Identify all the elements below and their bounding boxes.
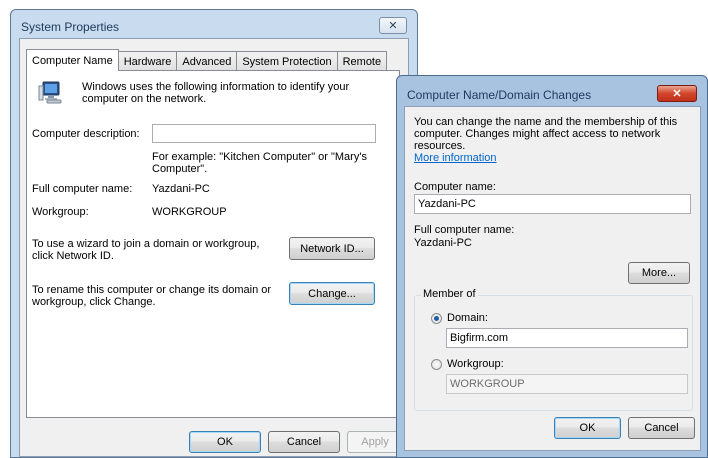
tab-label: System Protection — [242, 55, 332, 68]
full-computer-name-value: Yazdani-PC — [152, 183, 210, 195]
close-icon: ✕ — [388, 20, 398, 32]
tab-computer-name[interactable]: Computer Name — [26, 49, 119, 71]
workgroup-label: Workgroup: — [32, 206, 89, 218]
full-computer-name-label: Full computer name: — [414, 224, 515, 236]
window-title: Computer Name/Domain Changes — [407, 88, 592, 102]
dialog-client-area: Computer Name Hardware Advanced System P… — [19, 38, 409, 457]
workgroup-radio[interactable] — [431, 359, 442, 370]
computer-name-tab-pane: Windows uses the following information t… — [26, 70, 400, 418]
ok-button[interactable]: OK — [189, 431, 261, 453]
intro-text: You can change the name and the membersh… — [414, 116, 699, 164]
intro-description: You can change the name and the membersh… — [414, 116, 678, 152]
dialog-client-area: You can change the name and the membersh… — [404, 106, 701, 451]
domain-radio[interactable] — [431, 313, 442, 324]
close-button[interactable]: ✕ — [379, 17, 407, 34]
computer-name-input[interactable] — [414, 194, 691, 214]
more-button[interactable]: More... — [628, 262, 690, 284]
workgroup-value: WORKGROUP — [152, 206, 227, 218]
tab-hardware[interactable]: Hardware — [117, 51, 178, 71]
tab-system-protection[interactable]: System Protection — [236, 51, 338, 71]
computer-description-label: Computer description: — [32, 128, 140, 140]
workgroup-label: Workgroup: — [447, 358, 504, 370]
tab-strip: Computer Name Hardware Advanced System P… — [26, 49, 388, 71]
system-properties-window: System Properties ✕ Computer Name Hardwa… — [10, 9, 418, 458]
network-id-button[interactable]: Network ID... — [289, 237, 375, 260]
network-id-instructions: To use a wizard to join a domain or work… — [32, 238, 260, 262]
tab-label: Computer Name — [32, 54, 113, 67]
computer-icon — [38, 80, 62, 104]
workgroup-input — [446, 374, 688, 394]
full-computer-name-label: Full computer name: — [32, 183, 133, 195]
cancel-button[interactable]: Cancel — [628, 417, 695, 439]
example-text: For example: "Kitchen Computer" or "Mary… — [152, 151, 367, 175]
more-information-link[interactable]: More information — [414, 152, 497, 164]
computer-name-label: Computer name: — [414, 181, 496, 193]
full-computer-name-value: Yazdani-PC — [414, 237, 472, 249]
cancel-button[interactable]: Cancel — [268, 431, 340, 453]
tab-label: Advanced — [182, 55, 232, 68]
tab-advanced[interactable]: Advanced — [176, 51, 238, 71]
window-title: System Properties — [21, 20, 120, 34]
member-of-label: Member of — [421, 288, 478, 300]
close-icon: ✕ — [672, 88, 682, 100]
close-button[interactable]: ✕ — [657, 85, 697, 102]
tab-label: Hardware — [123, 55, 172, 68]
member-of-groupbox: Member of Domain: Workgroup: — [414, 288, 693, 411]
intro-text: Windows uses the following information t… — [82, 81, 350, 105]
domain-label: Domain: — [447, 312, 488, 324]
domain-input[interactable] — [446, 328, 688, 348]
change-instructions: To rename this computer or change its do… — [32, 284, 272, 308]
computer-description-input[interactable] — [152, 124, 376, 143]
ok-button[interactable]: OK — [554, 417, 621, 439]
tab-label: Remote — [342, 55, 382, 68]
apply-button: Apply — [347, 431, 403, 453]
change-button[interactable]: Change... — [289, 282, 375, 305]
domain-changes-window: Computer Name/Domain Changes ✕ You can c… — [396, 75, 708, 458]
tab-remote[interactable]: Remote — [336, 51, 388, 71]
